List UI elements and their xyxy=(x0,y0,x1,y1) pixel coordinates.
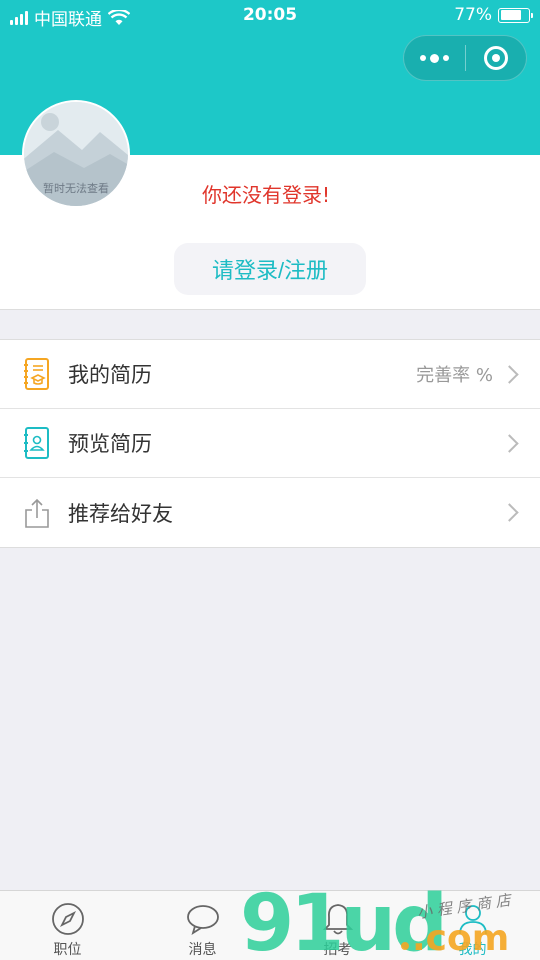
resume-icon xyxy=(24,358,50,390)
status-right: 77% xyxy=(454,5,533,25)
menu-item-preview-resume[interactable]: 预览简历 xyxy=(0,409,540,478)
completion-rate: 完善率 % xyxy=(416,365,493,386)
tab-jobs[interactable]: 职位 xyxy=(0,891,135,960)
menu-item-my-resume[interactable]: 我的简历 完善率 % xyxy=(0,340,540,409)
battery-percent: 77% xyxy=(454,5,492,25)
profile-card: 暂时无法查看 你还没有登录! 请登录/注册 xyxy=(0,100,540,310)
login-status-text: 你还没有登录! xyxy=(202,183,331,207)
avatar[interactable]: 暂时无法查看 xyxy=(22,100,130,208)
menu-item-recommend-friends[interactable]: 推荐给好友 xyxy=(0,478,540,547)
tab-exams[interactable]: 招考 xyxy=(270,891,405,960)
login-register-button[interactable]: 请登录/注册 xyxy=(174,243,366,295)
compass-icon xyxy=(50,901,86,937)
menu-list: 我的简历 完善率 % 预览简历 推荐给好友 xyxy=(0,339,540,548)
tab-label: 招考 xyxy=(323,942,352,958)
share-icon xyxy=(24,497,50,529)
chevron-right-icon xyxy=(500,364,519,384)
chevron-right-icon xyxy=(500,433,519,453)
chat-bubble-icon xyxy=(185,901,221,937)
tab-label: 消息 xyxy=(188,942,217,958)
chevron-right-icon xyxy=(500,503,519,522)
close-miniprogram-button[interactable] xyxy=(465,46,526,70)
bell-icon xyxy=(320,901,356,937)
more-menu-button[interactable] xyxy=(404,53,465,63)
tab-bar: 职位 消息 招考 我的 xyxy=(0,890,540,960)
tab-mine[interactable]: 我的 xyxy=(405,891,540,960)
menu-item-label: 预览简历 xyxy=(68,432,152,456)
status-bar: 中国联通 20:05 77% xyxy=(0,0,540,32)
menu-item-label: 我的简历 xyxy=(68,363,152,387)
tab-messages[interactable]: 消息 xyxy=(135,891,270,960)
battery-icon xyxy=(498,7,533,23)
menu-item-label: 推荐给好友 xyxy=(68,501,173,526)
miniprogram-capsule xyxy=(403,35,527,81)
person-icon xyxy=(455,901,491,937)
tab-label: 职位 xyxy=(53,942,82,958)
tab-label: 我的 xyxy=(458,942,487,958)
avatar-placeholder-text: 暂时无法查看 xyxy=(43,182,109,195)
more-dots-icon xyxy=(419,55,426,61)
contact-book-icon xyxy=(24,427,50,459)
target-circle-icon xyxy=(483,46,508,70)
